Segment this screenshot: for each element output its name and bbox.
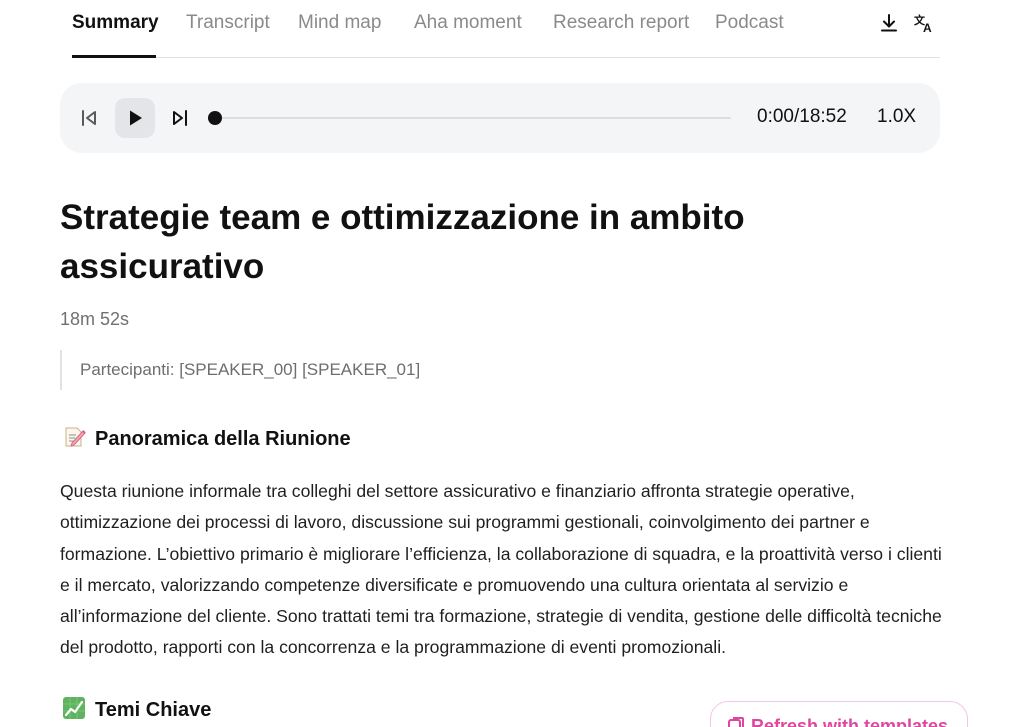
svg-text:A: A <box>923 21 932 34</box>
overview-heading-text: Panoramica della Riunione <box>95 428 351 450</box>
template-icon <box>728 717 744 727</box>
page-title: Strategie team e ottimizzazione in ambit… <box>60 198 745 286</box>
tab-research-report[interactable]: Research report <box>553 12 689 34</box>
tab-summary[interactable]: Summary <box>72 12 159 34</box>
time-readout: 0:00/18:52 <box>757 106 847 127</box>
refresh-button-label: Refresh with templates <box>751 716 949 727</box>
tab-transcript[interactable]: Transcript <box>186 12 270 34</box>
translate-icon[interactable]: 文 A <box>914 12 936 34</box>
memo-icon <box>65 427 86 447</box>
skip-forward-icon[interactable] <box>170 108 190 128</box>
playback-speed-button[interactable]: 1.0X <box>877 106 916 128</box>
overview-paragraph: Questa riunione informale tra colleghi d… <box>60 481 942 658</box>
progress-knob[interactable] <box>208 111 222 125</box>
duration-label: 18m 52s <box>60 309 130 329</box>
summary-page: Summary Transcript Mind map Aha moment R… <box>0 0 1022 727</box>
participants-text: Partecipanti: [SPEAKER_00] [SPEAKER_01] <box>80 360 421 379</box>
tab-bar: Summary Transcript Mind map Aha moment R… <box>72 0 940 58</box>
chart-increasing-icon <box>63 697 85 719</box>
download-icon[interactable] <box>878 12 900 34</box>
overview-heading: Panoramica della Riunione <box>62 425 351 451</box>
participants-quote: Partecipanti: [SPEAKER_00] [SPEAKER_01] <box>60 350 420 390</box>
tab-mind-map[interactable]: Mind map <box>298 12 381 34</box>
tab-podcast[interactable]: Podcast <box>715 12 784 34</box>
active-tab-indicator <box>72 55 156 58</box>
play-icon <box>130 110 142 126</box>
themes-heading-text: Temi Chiave <box>95 699 212 721</box>
themes-heading: Temi Chiave <box>62 696 211 722</box>
skip-back-icon[interactable] <box>79 108 99 128</box>
tab-aha-moment[interactable]: Aha moment <box>414 12 522 34</box>
progress-track[interactable] <box>215 117 731 119</box>
audio-player: 0:00/18:52 1.0X <box>60 83 940 153</box>
play-button[interactable] <box>115 98 155 138</box>
refresh-with-templates-button[interactable]: Refresh with templates <box>710 701 968 727</box>
